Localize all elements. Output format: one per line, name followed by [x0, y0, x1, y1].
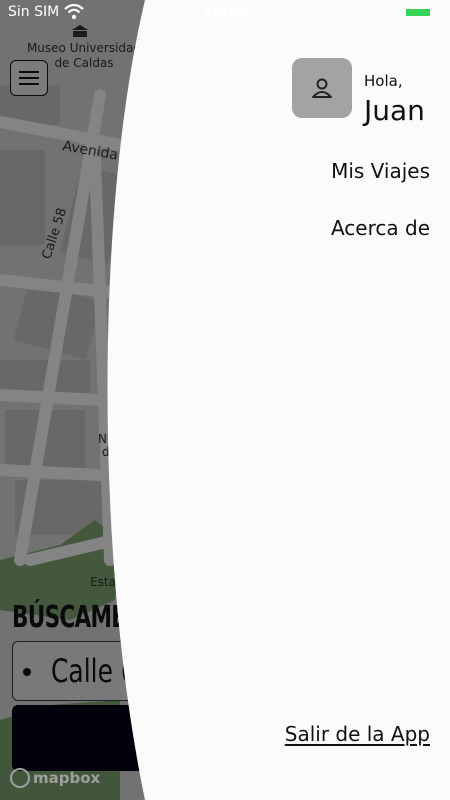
menu-item-about[interactable]: Acerca de — [331, 216, 430, 240]
battery-tip — [433, 10, 436, 15]
menu-item-my-trips[interactable]: Mis Viajes — [331, 159, 430, 183]
user-icon — [312, 78, 332, 98]
avatar[interactable] — [292, 58, 352, 118]
status-bar: Sin SIM 16:46 100 % — [0, 0, 450, 24]
battery-fill — [406, 9, 430, 16]
battery-icon — [404, 7, 432, 18]
side-drawer: Hola, Juan Mis Viajes Acerca de Salir de… — [0, 0, 450, 800]
battery-percent: 100 % — [352, 4, 394, 19]
logout-link[interactable]: Salir de la App — [285, 722, 430, 746]
greeting-text: Hola, — [364, 72, 403, 90]
user-name: Juan — [364, 94, 425, 127]
